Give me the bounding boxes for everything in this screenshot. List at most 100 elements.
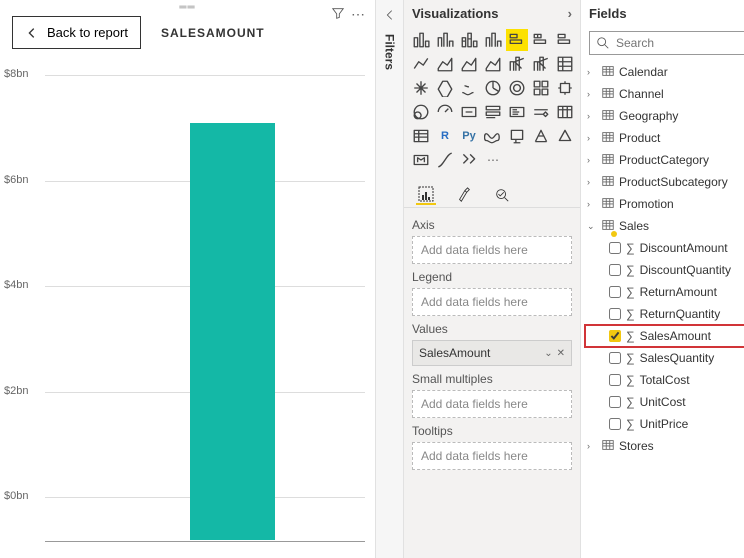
field-returnquantity[interactable]: ∑ReturnQuantity (585, 303, 744, 325)
table-stores[interactable]: ›Stores (585, 435, 744, 457)
viz-type-13[interactable] (554, 53, 576, 75)
viz-type-30[interactable]: Py (458, 125, 480, 147)
viz-type-23[interactable] (458, 101, 480, 123)
viz-type-18[interactable] (506, 77, 528, 99)
fields-search[interactable] (589, 31, 744, 55)
viz-type-29[interactable]: R (434, 125, 456, 147)
field-salesquantity[interactable]: ∑SalesQuantity (585, 347, 744, 369)
sigma-icon: ∑ (626, 395, 635, 409)
viz-type-28[interactable] (410, 125, 432, 147)
analytics-tab[interactable] (492, 185, 512, 205)
viz-type-17[interactable] (482, 77, 504, 99)
viz-type-1[interactable] (434, 29, 456, 51)
filters-collapsed-rail[interactable]: Filters (376, 0, 404, 558)
field-returnamount[interactable]: ∑ReturnAmount (585, 281, 744, 303)
viz-type-9[interactable] (458, 53, 480, 75)
fields-tab[interactable] (416, 185, 436, 205)
expand-left-icon[interactable] (383, 8, 397, 22)
viz-type-16[interactable] (458, 77, 480, 99)
chart-title: SALESAMOUNT (161, 26, 265, 40)
viz-type-38[interactable]: ⋯ (482, 149, 504, 171)
viz-type-21[interactable] (410, 101, 432, 123)
viz-type-10[interactable] (482, 53, 504, 75)
field-checkbox-discountquantity[interactable] (609, 264, 621, 276)
well-values-label: Values (412, 322, 572, 336)
viz-type-3[interactable] (482, 29, 504, 51)
viz-type-19[interactable] (530, 77, 552, 99)
field-salesamount[interactable]: ∑SalesAmount (585, 325, 744, 347)
field-checkbox-returnquantity[interactable] (609, 308, 621, 320)
table-icon (601, 152, 615, 166)
viz-type-36[interactable] (434, 149, 456, 171)
field-discountamount[interactable]: ∑DiscountAmount (585, 237, 744, 259)
field-checkbox-salesquantity[interactable] (609, 352, 621, 364)
viz-type-27[interactable] (554, 101, 576, 123)
more-options-icon[interactable] (351, 6, 365, 23)
field-checkbox-unitcost[interactable] (609, 396, 621, 408)
viz-type-32[interactable] (506, 125, 528, 147)
table-icon (601, 218, 615, 232)
well-tooltips-drop[interactable]: Add data fields here (412, 442, 572, 470)
viz-type-7[interactable] (410, 53, 432, 75)
fields-search-input[interactable] (616, 36, 744, 50)
viz-type-6[interactable] (554, 29, 576, 51)
filter-icon[interactable] (331, 6, 345, 20)
table-product[interactable]: ›Product (585, 127, 744, 149)
collapse-viz-icon[interactable]: › (568, 6, 572, 21)
table-productcategory[interactable]: ›ProductCategory (585, 149, 744, 171)
chart-bar[interactable] (190, 123, 275, 540)
viz-type-14[interactable] (410, 77, 432, 99)
viz-type-12[interactable] (530, 53, 552, 75)
field-checkbox-returnamount[interactable] (609, 286, 621, 298)
field-unitcost[interactable]: ∑UnitCost (585, 391, 744, 413)
viz-type-2[interactable] (458, 29, 480, 51)
format-tab[interactable] (454, 185, 474, 205)
chip-remove-icon[interactable]: ✕ (557, 348, 565, 359)
sigma-icon: ∑ (626, 241, 635, 255)
table-icon (601, 64, 615, 78)
field-unitprice[interactable]: ∑UnitPrice (585, 413, 744, 435)
viz-type-24[interactable] (482, 101, 504, 123)
viz-type-25[interactable] (506, 101, 528, 123)
table-promotion[interactable]: ›Promotion (585, 193, 744, 215)
y-axis-tick-label: $4bn (4, 279, 28, 291)
viz-type-31[interactable] (482, 125, 504, 147)
filters-label: Filters (383, 34, 397, 70)
viz-type-37[interactable] (458, 149, 480, 171)
table-geography[interactable]: ›Geography (585, 105, 744, 127)
field-discountquantity[interactable]: ∑DiscountQuantity (585, 259, 744, 281)
well-small-label: Small multiples (412, 372, 572, 386)
viz-type-20[interactable] (554, 77, 576, 99)
back-to-report-button[interactable]: Back to report (12, 16, 141, 49)
field-checkbox-salesamount[interactable] (609, 330, 621, 342)
drag-grip-icon[interactable]: ══ (179, 2, 195, 13)
viz-type-11[interactable] (506, 53, 528, 75)
table-productsubcategory[interactable]: ›ProductSubcategory (585, 171, 744, 193)
sigma-icon: ∑ (626, 329, 635, 343)
field-checkbox-unitprice[interactable] (609, 418, 621, 430)
table-channel[interactable]: ›Channel (585, 83, 744, 105)
x-axis (45, 541, 365, 542)
well-small-drop[interactable]: Add data fields here (412, 390, 572, 418)
viz-type-4[interactable] (506, 29, 528, 51)
field-checkbox-totalcost[interactable] (609, 374, 621, 386)
viz-type-22[interactable] (434, 101, 456, 123)
viz-type-34[interactable] (554, 125, 576, 147)
viz-type-15[interactable] (434, 77, 456, 99)
viz-type-35[interactable] (410, 149, 432, 171)
table-sales[interactable]: ⌄Sales (585, 215, 744, 237)
table-icon (601, 174, 615, 188)
viz-type-26[interactable] (530, 101, 552, 123)
field-checkbox-discountamount[interactable] (609, 242, 621, 254)
viz-type-0[interactable] (410, 29, 432, 51)
viz-type-8[interactable] (434, 53, 456, 75)
viz-type-5[interactable] (530, 29, 552, 51)
chip-dropdown-icon[interactable]: ⌄ (544, 348, 552, 359)
well-axis-drop[interactable]: Add data fields here (412, 236, 572, 264)
sigma-icon: ∑ (626, 351, 635, 365)
table-calendar[interactable]: ›Calendar (585, 61, 744, 83)
field-totalcost[interactable]: ∑TotalCost (585, 369, 744, 391)
viz-type-33[interactable] (530, 125, 552, 147)
well-legend-drop[interactable]: Add data fields here (412, 288, 572, 316)
well-values-chip[interactable]: SalesAmount ⌄ ✕ (412, 340, 572, 366)
